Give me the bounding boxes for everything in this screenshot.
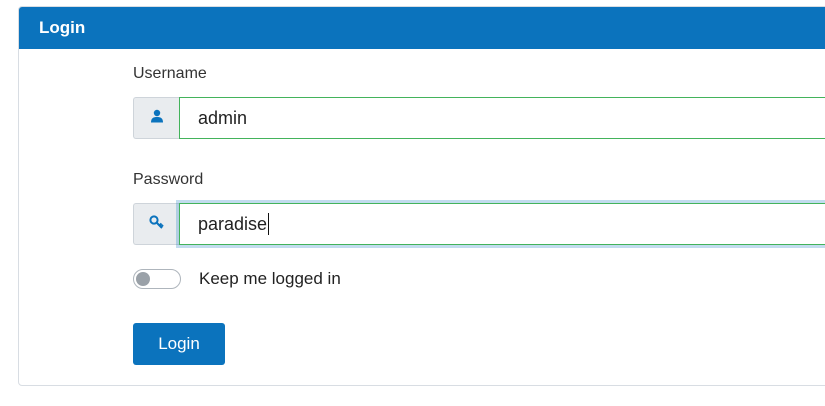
username-input-group: admin	[133, 97, 825, 139]
password-value: paradise	[198, 213, 268, 234]
keep-logged-in-row: Keep me logged in	[133, 269, 341, 289]
toggle-knob	[136, 272, 150, 286]
password-input-group: paradise	[133, 203, 825, 245]
user-icon	[150, 109, 164, 128]
keep-logged-in-label[interactable]: Keep me logged in	[199, 269, 341, 289]
username-label: Username	[133, 65, 207, 82]
text-caret	[268, 213, 270, 235]
card-header: Login	[19, 7, 825, 49]
login-button[interactable]: Login	[133, 323, 225, 365]
password-addon	[133, 203, 179, 245]
keep-logged-in-toggle[interactable]	[133, 269, 181, 289]
card-title: Login	[39, 18, 86, 37]
password-label: Password	[133, 171, 204, 188]
username-addon	[133, 97, 179, 139]
username-value: admin	[198, 107, 248, 128]
username-input[interactable]: admin	[179, 97, 825, 139]
password-input[interactable]: paradise	[179, 203, 825, 245]
login-card: Login Username admin Password paradise K…	[18, 6, 825, 386]
key-icon	[148, 214, 165, 234]
